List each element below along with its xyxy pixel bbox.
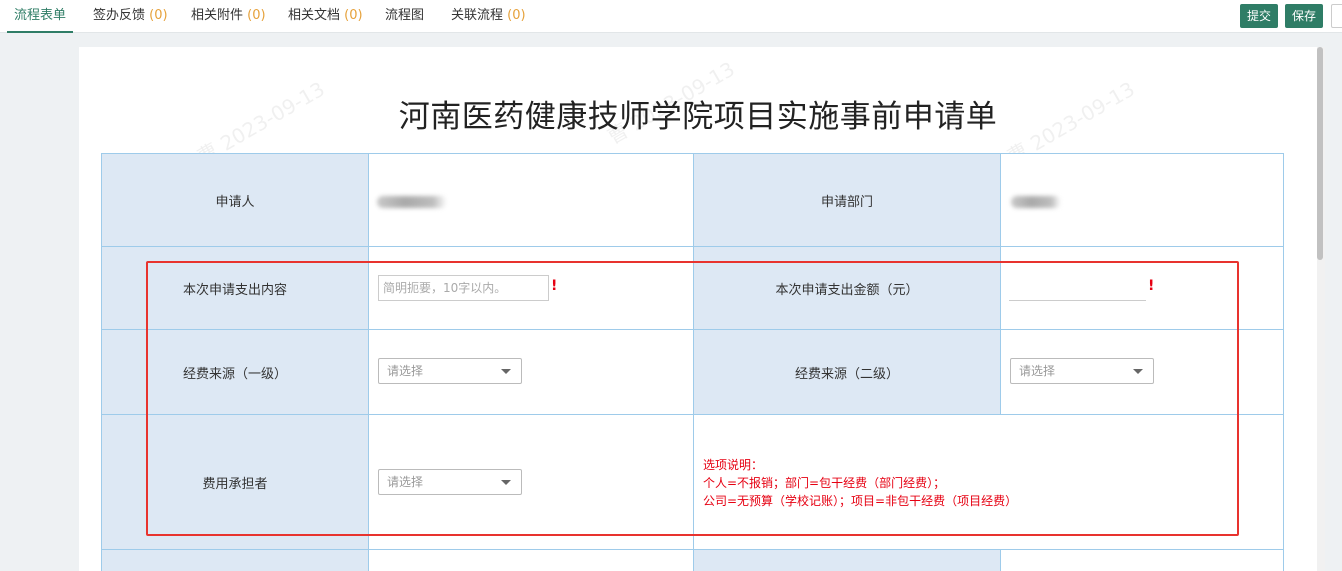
content-label: 本次申请支出内容 — [101, 246, 369, 330]
applicant-value — [368, 153, 694, 247]
tab-feedback[interactable]: 签办反馈 (0) — [93, 0, 168, 33]
funding-source-2-select[interactable]: 请选择 — [1010, 358, 1154, 384]
tab-process-form[interactable]: 流程表单 — [7, 0, 74, 33]
funding-source-1-cell: 请选择 — [368, 329, 694, 415]
chevron-down-icon — [1133, 369, 1143, 374]
scrollbar-thumb[interactable] — [1317, 47, 1323, 260]
chevron-down-icon — [501, 480, 511, 485]
tab-flowchart[interactable]: 流程图 — [385, 0, 424, 33]
amount-label: 本次申请支出金额（元） — [693, 246, 1001, 330]
required-mark: ! — [1148, 278, 1155, 294]
next-row-label — [101, 549, 369, 571]
submit-button[interactable]: 提交 — [1240, 4, 1279, 28]
option-notes-cell: 选项说明： 个人=不报销；部门=包干经费（部门经费）； 公司=无预算（学校记账）… — [693, 414, 1284, 550]
content-value-cell: 简明扼要，10字以内。 ! — [368, 246, 694, 330]
top-tab-bar: 流程表单 签办反馈 (0) 相关附件 (0) 相关文档 (0) 流程图 关联流程… — [0, 0, 1342, 33]
chevron-down-icon — [501, 369, 511, 374]
cost-bearer-cell: 请选择 — [368, 414, 694, 550]
amount-value-cell: ! — [1000, 246, 1284, 330]
page-title: 河南医药健康技师学院项目实施事前申请单 — [398, 99, 998, 135]
blurred-department-name — [1011, 196, 1061, 208]
department-label: 申请部门 — [693, 153, 1001, 247]
tab-attachments[interactable]: 相关附件 (0) — [191, 0, 266, 33]
cost-bearer-label: 费用承担者 — [101, 414, 369, 550]
cost-bearer-select[interactable]: 请选择 — [378, 469, 522, 495]
next-row-label — [693, 549, 1001, 571]
tab-related-process[interactable]: 关联流程 (0) — [451, 0, 526, 33]
next-row-value — [1000, 549, 1284, 571]
save-button[interactable]: 保存 — [1285, 4, 1324, 28]
funding-source-1-select[interactable]: 请选择 — [378, 358, 522, 384]
blurred-applicant-name — [377, 196, 447, 208]
applicant-label: 申请人 — [101, 153, 369, 247]
department-value — [1000, 153, 1284, 247]
more-button[interactable] — [1331, 4, 1342, 28]
next-row-value — [368, 549, 694, 571]
funding-source-2-cell: 请选择 — [1000, 329, 1284, 415]
option-notes: 选项说明： 个人=不报销；部门=包干经费（部门经费）； 公司=无预算（学校记账）… — [703, 458, 1018, 508]
funding-source-2-label: 经费来源（二级） — [693, 329, 1001, 415]
tab-documents[interactable]: 相关文档 (0) — [288, 0, 363, 33]
funding-source-1-label: 经费来源（一级） — [101, 329, 369, 415]
expense-amount-input[interactable] — [1009, 275, 1146, 301]
required-mark: ! — [551, 278, 558, 294]
expense-content-input[interactable]: 简明扼要，10字以内。 — [378, 275, 549, 301]
